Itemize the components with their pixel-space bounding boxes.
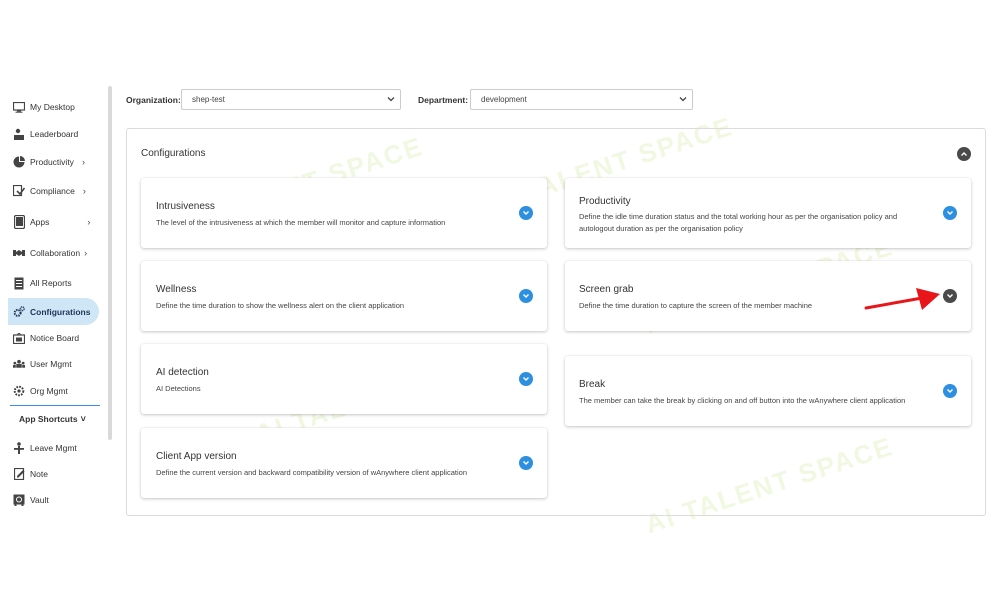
- card-description: The level of the intrusiveness at which …: [156, 218, 446, 227]
- app-shortcuts-heading[interactable]: App Shortcuts ˅: [19, 414, 86, 424]
- chevron-down-icon: [523, 377, 529, 381]
- shortcut-leave-mgmt[interactable]: Leave Mgmt: [8, 435, 100, 461]
- card-title: Screen grab: [579, 284, 634, 295]
- org-gear-icon: [13, 385, 25, 397]
- card-description: The member can take the break by clickin…: [579, 396, 906, 405]
- chevron-right-icon: ›: [87, 217, 91, 227]
- sidebar-item-label: Leaderboard: [30, 129, 79, 139]
- card-description: Define the current version and backward …: [156, 468, 467, 477]
- chevron-right-icon: ›: [84, 248, 88, 258]
- sidebar-item-label: Note: [30, 469, 48, 479]
- pie-chart-icon: [13, 156, 25, 168]
- sidebar-item-notice-board[interactable]: Notice Board: [8, 325, 100, 351]
- expand-button[interactable]: [943, 289, 957, 303]
- sidebar-item-collaboration[interactable]: Collaboration ›: [8, 240, 100, 266]
- config-card-ai-detection[interactable]: AI detection AI Detections: [141, 344, 547, 414]
- department-label: Department:: [418, 95, 469, 105]
- app-shortcuts-label: App Shortcuts: [19, 414, 78, 424]
- sidebar-item-label: My Desktop: [30, 102, 75, 112]
- sidebar-item-productivity[interactable]: Productivity ›: [8, 149, 100, 175]
- config-card-break[interactable]: Break The member can take the break by c…: [565, 356, 971, 426]
- chevron-down-icon: [678, 94, 688, 104]
- sidebar-item-compliance[interactable]: Compliance ›: [8, 178, 100, 204]
- sidebar-item-label: Productivity: [30, 157, 74, 167]
- sidebar-item-configurations[interactable]: Configurations: [8, 298, 99, 325]
- sidebar-divider: [10, 405, 100, 406]
- department-value: development: [481, 95, 527, 104]
- chevron-down-icon: [386, 94, 396, 104]
- card-title: Intrusiveness: [156, 201, 215, 212]
- sidebar-item-all-reports[interactable]: All Reports: [8, 270, 100, 296]
- expand-button[interactable]: [943, 206, 957, 220]
- card-title: AI detection: [156, 367, 209, 378]
- shortcut-vault[interactable]: Vault: [8, 487, 100, 513]
- sidebar-item-leaderboard[interactable]: Leaderboard: [8, 121, 100, 147]
- note-icon: [13, 468, 25, 480]
- card-title: Productivity: [579, 196, 631, 207]
- leaderboard-icon: [13, 128, 25, 140]
- card-title: Wellness: [156, 284, 197, 295]
- sidebar-item-label: Compliance: [30, 186, 75, 196]
- sidebar-item-user-mgmt[interactable]: User Mgmt: [8, 351, 100, 377]
- sidebar-item-label: All Reports: [30, 278, 72, 288]
- chevron-up-icon: [961, 152, 967, 156]
- sidebar-scrollbar[interactable]: [108, 86, 112, 440]
- sidebar-item-label: Apps: [30, 217, 50, 227]
- chevron-down-icon: [947, 211, 953, 215]
- users-icon: [13, 358, 25, 370]
- config-card-intrusiveness[interactable]: Intrusiveness The level of the intrusive…: [141, 178, 547, 248]
- chevron-down-icon: [947, 389, 953, 393]
- expand-button[interactable]: [519, 372, 533, 386]
- chevron-down-icon: ˅: [80, 414, 86, 424]
- card-title: Break: [579, 379, 606, 390]
- organization-value: shep-test: [192, 95, 225, 104]
- annotation-arrow-icon: [864, 288, 940, 310]
- chevron-down-icon: [947, 294, 953, 298]
- expand-button[interactable]: [519, 456, 533, 470]
- sidebar-item-label: Vault: [30, 495, 49, 505]
- vault-icon: [13, 494, 25, 506]
- card-title: Client App version: [156, 451, 237, 462]
- tablet-icon: [13, 215, 25, 229]
- collapse-button[interactable]: [957, 147, 971, 161]
- sidebar-item-label: User Mgmt: [30, 359, 72, 369]
- config-card-productivity[interactable]: Productivity Define the idle time durati…: [565, 178, 971, 248]
- sidebar-item-org-mgmt[interactable]: Org Mgmt: [8, 378, 100, 404]
- panel-title: Configurations: [141, 148, 206, 159]
- organization-label: Organization:: [126, 95, 181, 105]
- sidebar-item-apps[interactable]: Apps ›: [8, 209, 100, 235]
- collaboration-icon: [13, 247, 25, 259]
- expand-button[interactable]: [943, 384, 957, 398]
- leave-icon: [13, 442, 25, 454]
- sidebar-item-label: Notice Board: [30, 333, 80, 343]
- chevron-down-icon: [523, 294, 529, 298]
- sidebar-item-label: Configurations: [30, 306, 91, 317]
- card-description: Define the time duration to show the wel…: [156, 301, 405, 310]
- expand-button[interactable]: [519, 206, 533, 220]
- card-description: Define the idle time duration status and…: [579, 212, 898, 233]
- sidebar-item-label: Org Mgmt: [30, 386, 68, 396]
- chevron-down-icon: [523, 211, 529, 215]
- sidebar-item-label: Collaboration: [30, 248, 81, 258]
- department-select[interactable]: development: [470, 89, 693, 110]
- card-description: AI Detections: [156, 384, 201, 393]
- expand-button[interactable]: [519, 289, 533, 303]
- sidebar-item-my-desktop[interactable]: My Desktop: [8, 94, 100, 120]
- reports-icon: [13, 277, 25, 289]
- sidebar-item-label: Leave Mgmt: [30, 443, 77, 453]
- compliance-icon: [13, 185, 25, 197]
- notice-board-icon: [13, 332, 25, 344]
- card-description: Define the time duration to capture the …: [579, 301, 813, 310]
- monitor-icon: [13, 101, 25, 113]
- config-card-wellness[interactable]: Wellness Define the time duration to sho…: [141, 261, 547, 331]
- gears-icon: [13, 306, 25, 318]
- chevron-right-icon: ›: [81, 157, 85, 167]
- shortcut-note[interactable]: Note: [8, 461, 100, 487]
- chevron-right-icon: ›: [82, 186, 86, 196]
- organization-select[interactable]: shep-test: [181, 89, 401, 110]
- chevron-down-icon: [523, 461, 529, 465]
- config-card-client-app-version[interactable]: Client App version Define the current ve…: [141, 428, 547, 498]
